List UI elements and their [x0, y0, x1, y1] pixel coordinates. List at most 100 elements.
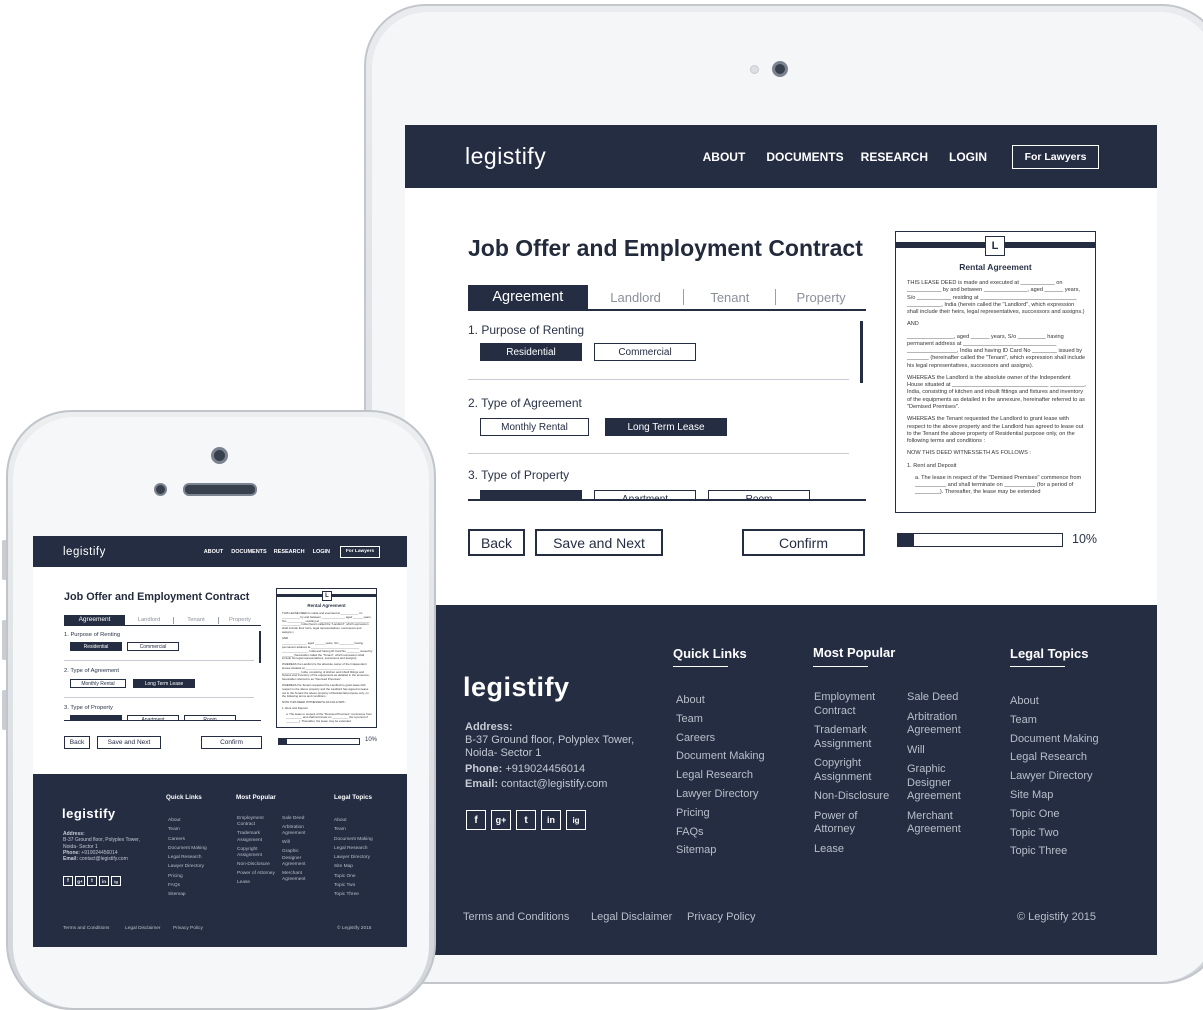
footer-link[interactable]: Document Making — [1010, 730, 1099, 749]
footer-link[interactable]: Arbitration Agreement — [907, 711, 979, 738]
footer-link[interactable]: Document Making — [334, 835, 373, 844]
footer-link[interactable]: About — [168, 816, 207, 825]
footer-link[interactable]: Will — [282, 840, 318, 846]
footer-link[interactable]: Document Making — [168, 844, 207, 853]
footer-link[interactable]: Will — [907, 744, 979, 758]
mobile-terms-link[interactable]: Terms and Conditions — [63, 926, 109, 931]
footer-link[interactable]: Lease — [814, 843, 894, 857]
confirm-button[interactable]: Confirm — [742, 529, 865, 556]
footer-link[interactable]: Graphic Designer Agreement — [907, 763, 979, 804]
footer-link[interactable]: About — [676, 691, 765, 710]
footer-link[interactable]: Topic Three — [334, 890, 373, 899]
option-long-term-lease[interactable]: Long Term Lease — [605, 418, 727, 436]
mobile-tab-agreement[interactable]: Agreement — [64, 615, 125, 625]
terms-link[interactable]: Terms and Conditions — [463, 911, 569, 923]
google-plus-icon[interactable]: g+ — [491, 810, 511, 830]
footer-link[interactable]: Topic One — [334, 872, 373, 881]
footer-link[interactable]: Sitemap — [676, 841, 765, 860]
tab-tenant[interactable]: Tenant — [684, 290, 775, 305]
email-link[interactable]: contact@legistify.com — [79, 856, 127, 862]
privacy-policy-link[interactable]: Privacy Policy — [687, 911, 755, 923]
footer-link[interactable]: FAQs — [168, 881, 207, 890]
footer-link[interactable]: Topic One — [1010, 805, 1099, 824]
mobile-nav-documents[interactable]: DOCUMENTS — [231, 549, 266, 555]
footer-link[interactable]: Legal Research — [676, 766, 765, 785]
mobile-nav-research[interactable]: RESEARCH — [274, 549, 305, 555]
footer-link[interactable]: Copyright Assignment — [237, 847, 277, 860]
mobile-for-lawyers-button[interactable]: For Lawyers — [340, 545, 380, 558]
option-commercial[interactable]: Commercial — [594, 343, 696, 361]
mobile-scrollbar-thumb[interactable] — [259, 631, 261, 663]
mobile-legal-disclaimer-link[interactable]: Legal Disclaimer — [125, 926, 160, 931]
twitter-icon[interactable]: t — [516, 810, 536, 830]
footer-link[interactable]: Topic Three — [1010, 842, 1099, 861]
footer-link[interactable]: Trademark Assignment — [237, 831, 277, 844]
mobile-logo[interactable]: legistify — [63, 546, 106, 558]
mobile-option-monthly-rental[interactable]: Monthly Rental — [70, 679, 126, 688]
mobile-nav-login[interactable]: LOGIN — [313, 549, 330, 555]
footer-link[interactable]: Lawyer Directory — [676, 785, 765, 804]
instagram-icon[interactable]: ig — [111, 876, 121, 886]
footer-link[interactable]: Team — [334, 825, 373, 834]
footer-link[interactable]: Merchant Agreement — [282, 871, 318, 884]
mobile-option-commercial[interactable]: Commercial — [127, 642, 179, 651]
save-next-button[interactable]: Save and Next — [535, 529, 663, 556]
footer-link[interactable]: Lease — [237, 880, 277, 886]
instagram-icon[interactable]: ig — [566, 810, 586, 830]
tab-landlord[interactable]: Landlord — [588, 290, 684, 305]
footer-link[interactable]: Non-Disclosure — [237, 862, 277, 868]
mobile-tab-landlord[interactable]: Landlord — [125, 617, 173, 623]
footer-link[interactable]: Lawyer Directory — [1010, 767, 1099, 786]
footer-link[interactable]: Employment Contract — [814, 691, 894, 718]
mobile-option-long-term-lease[interactable]: Long Term Lease — [133, 679, 195, 688]
facebook-icon[interactable]: f — [466, 810, 486, 830]
mobile-footer-logo[interactable]: legistify — [62, 806, 116, 821]
footer-link[interactable]: Topic Two — [334, 881, 373, 890]
mobile-back-button[interactable]: Back — [64, 736, 90, 749]
nav-research[interactable]: RESEARCH — [861, 150, 928, 164]
footer-link[interactable]: Graphic Designer Agreement — [282, 849, 318, 868]
mobile-tab-property[interactable]: Property — [219, 617, 261, 623]
footer-link[interactable]: Sitemap — [168, 890, 207, 899]
google-plus-icon[interactable]: g+ — [75, 876, 85, 886]
footer-link[interactable]: Lawyer Directory — [168, 862, 207, 871]
footer-link[interactable]: Site Map — [334, 862, 373, 871]
site-logo[interactable]: legistify — [465, 143, 546, 170]
footer-link[interactable]: Non-Disclosure — [814, 790, 894, 804]
linkedin-icon[interactable]: in — [99, 876, 109, 886]
footer-link[interactable]: Trademark Assignment — [814, 724, 894, 751]
tab-agreement[interactable]: Agreement — [468, 285, 588, 309]
twitter-icon[interactable]: t — [87, 876, 97, 886]
footer-link[interactable]: Careers — [676, 729, 765, 748]
option-residential[interactable]: Residential — [480, 343, 582, 361]
footer-link[interactable]: Team — [1010, 711, 1099, 730]
scrollbar-thumb[interactable] — [860, 321, 863, 383]
footer-link[interactable]: Power of Attorney — [237, 871, 277, 877]
nav-documents[interactable]: DOCUMENTS — [766, 150, 843, 164]
legal-disclaimer-link[interactable]: Legal Disclaimer — [591, 911, 672, 923]
mobile-option-residential[interactable]: Residential — [70, 642, 122, 651]
footer-link[interactable]: About — [334, 816, 373, 825]
footer-link[interactable]: Legal Research — [334, 844, 373, 853]
mobile-confirm-button[interactable]: Confirm — [201, 736, 262, 749]
footer-link[interactable]: FAQs — [676, 823, 765, 842]
linkedin-icon[interactable]: in — [541, 810, 561, 830]
footer-link[interactable]: Pricing — [168, 872, 207, 881]
nav-login[interactable]: LOGIN — [949, 150, 987, 164]
mobile-nav-about[interactable]: ABOUT — [204, 549, 224, 555]
nav-about[interactable]: ABOUT — [703, 150, 746, 164]
footer-link[interactable]: Team — [676, 710, 765, 729]
option-monthly-rental[interactable]: Monthly Rental — [480, 418, 589, 436]
footer-link[interactable]: Merchant Agreement — [907, 810, 979, 837]
footer-link[interactable]: Sale Deed — [282, 816, 318, 822]
facebook-icon[interactable]: f — [63, 876, 73, 886]
footer-link[interactable]: Team — [168, 825, 207, 834]
footer-link[interactable]: Site Map — [1010, 786, 1099, 805]
mobile-privacy-policy-link[interactable]: Privacy Policy — [173, 926, 203, 931]
footer-logo[interactable]: legistify — [463, 672, 570, 703]
footer-link[interactable]: Document Making — [676, 747, 765, 766]
back-button[interactable]: Back — [468, 529, 525, 556]
footer-link[interactable]: Topic Two — [1010, 824, 1099, 843]
for-lawyers-button[interactable]: For Lawyers — [1012, 144, 1099, 169]
footer-link[interactable]: About — [1010, 692, 1099, 711]
